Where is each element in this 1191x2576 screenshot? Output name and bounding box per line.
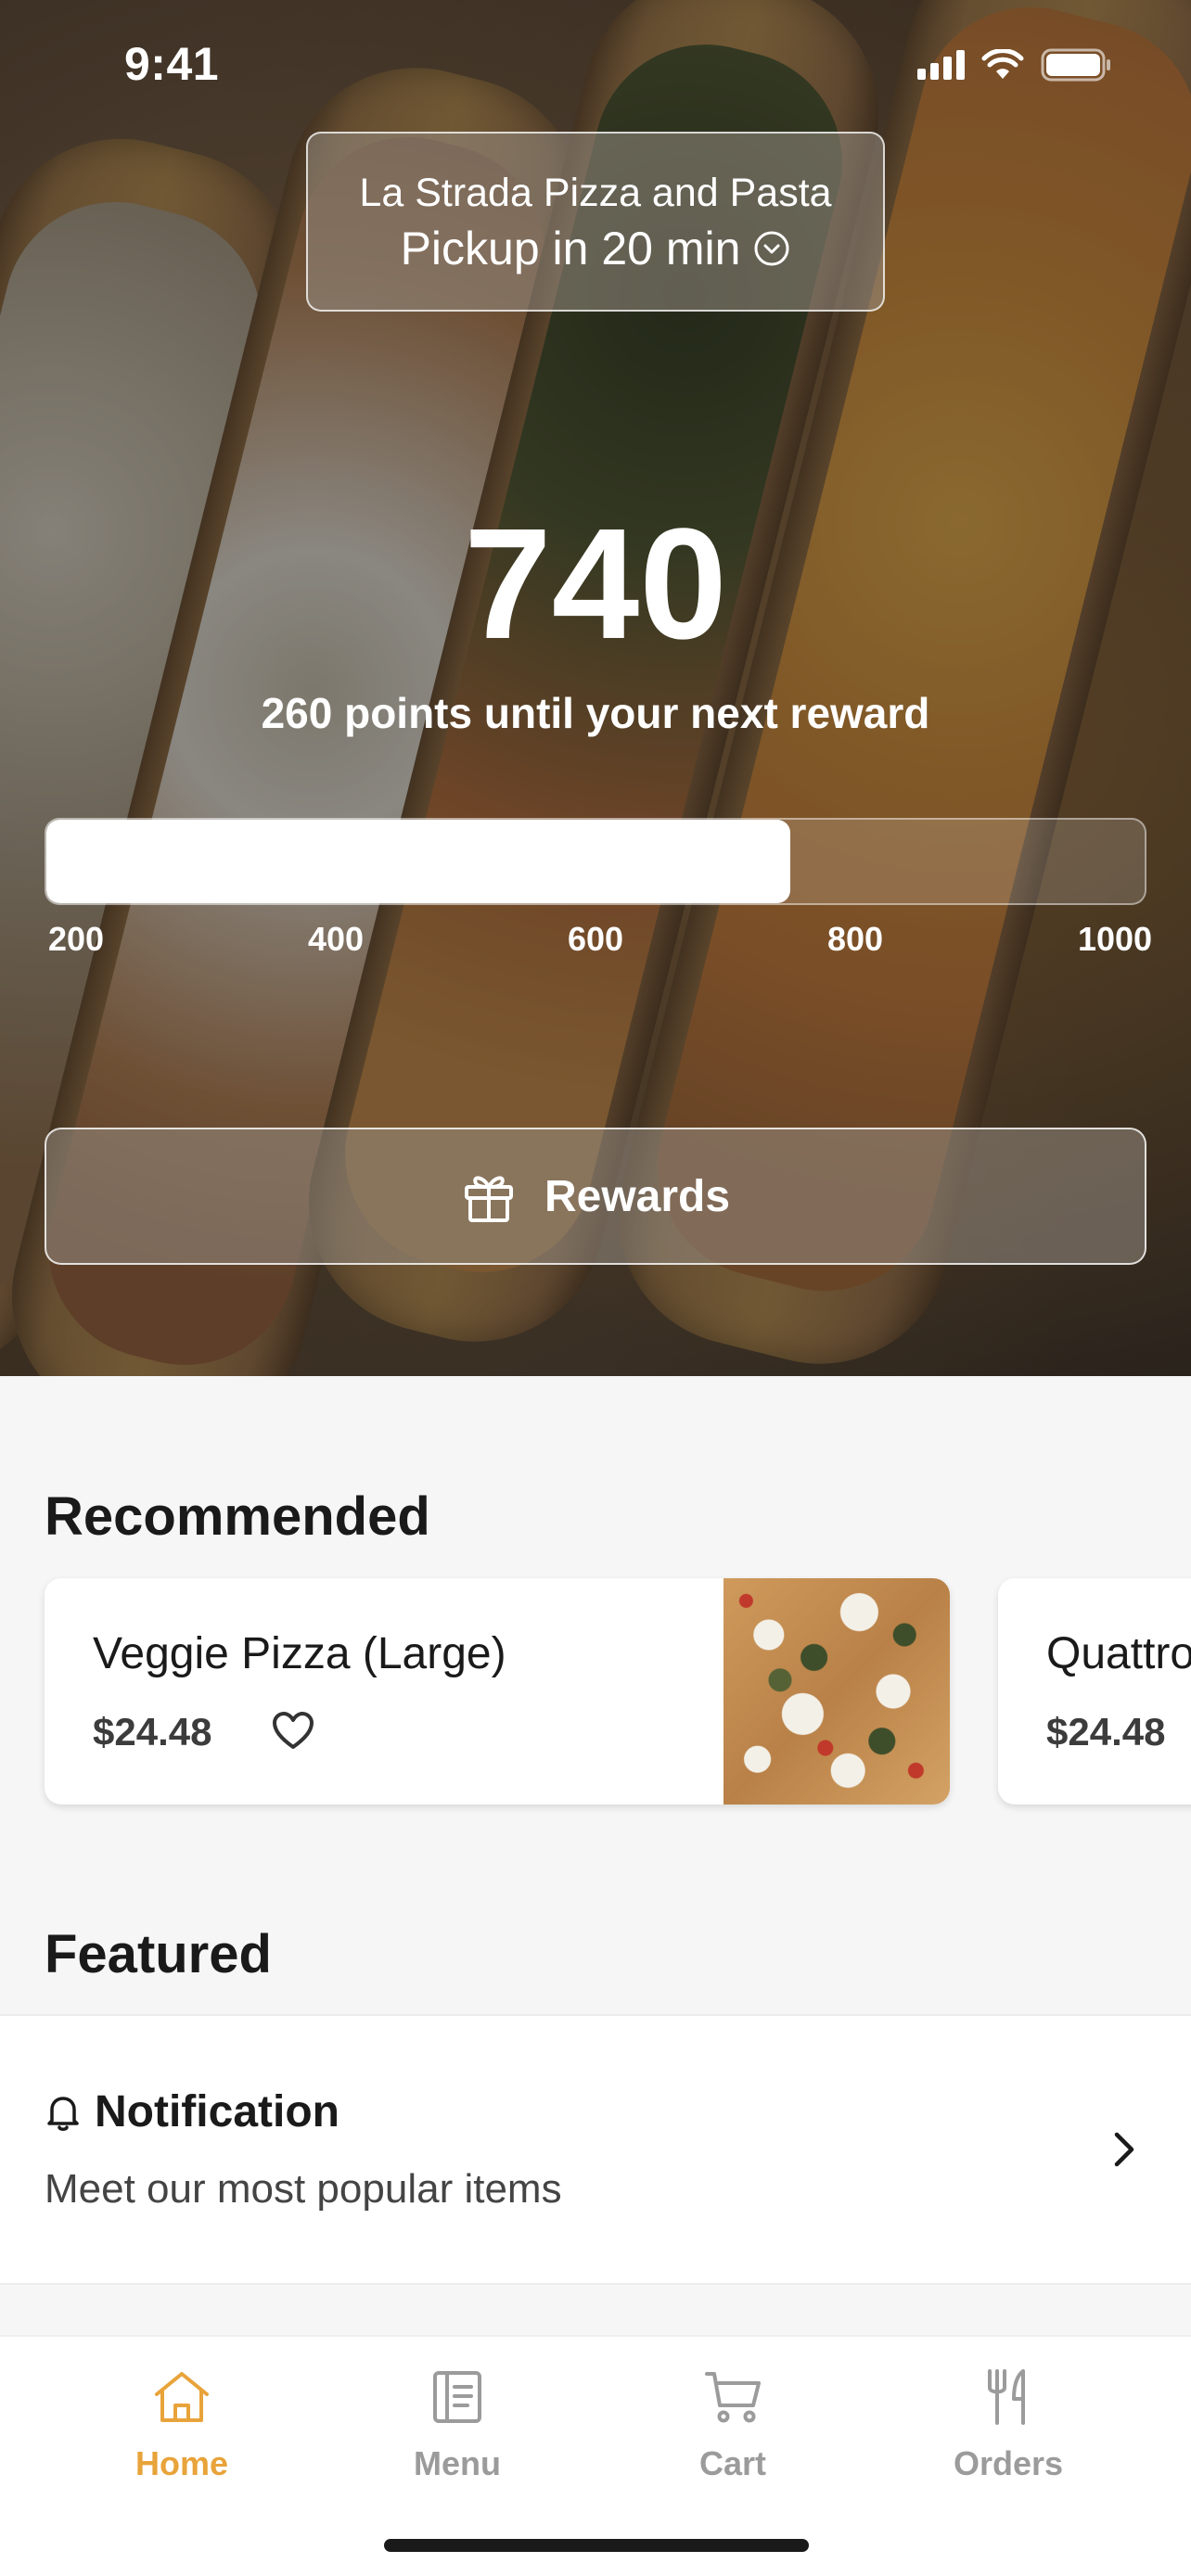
status-bar: 9:41: [0, 0, 1191, 130]
tab-label: Menu: [414, 2444, 501, 2482]
menu-icon: [433, 2371, 481, 2423]
notification-row[interactable]: Notification Meet our most popular items: [0, 2014, 1191, 2285]
item-price: $24.48: [1046, 1710, 1166, 1753]
tab-label: Home: [134, 2444, 229, 2482]
home-icon: [155, 2372, 209, 2422]
rewards-progress-fill: [46, 820, 790, 903]
tab-label: Cart: [698, 2444, 767, 2482]
heart-icon[interactable]: [271, 1710, 315, 1751]
hero-banner: 9:41 La Strada Pizza and Pasta Pickup in…: [0, 0, 1191, 1376]
tab-menu[interactable]: Menu: [365, 2365, 550, 2483]
rewards-button-label: Rewards: [544, 1171, 731, 1221]
home-indicator[interactable]: [384, 2539, 809, 2552]
progress-tick-label: 1000: [1077, 920, 1153, 958]
orders-icon: [988, 2369, 1025, 2425]
item-name: Quattro: [1046, 1629, 1191, 1678]
tab-orders[interactable]: Orders: [916, 2365, 1101, 2483]
notification-body: Meet our most popular items: [45, 2166, 562, 2212]
battery-icon: [1041, 48, 1110, 82]
item-price: $24.48: [93, 1710, 212, 1753]
progress-tick-label: 400: [307, 920, 365, 958]
progress-tick-label: 600: [567, 920, 624, 958]
progress-tick-label: 800: [826, 920, 884, 958]
wifi-icon: [981, 49, 1024, 79]
tab-home[interactable]: Home: [89, 2365, 275, 2483]
store-name: La Strada Pizza and Pasta: [359, 171, 832, 215]
chevron-down-circle-icon: [754, 231, 789, 266]
status-time: 9:41: [124, 38, 220, 90]
pickup-time-label: Pickup in 20 min: [400, 223, 741, 274]
tab-label: Orders: [953, 2444, 1064, 2482]
progress-tick-label: 200: [47, 920, 105, 958]
featured-heading: Featured: [45, 1924, 272, 1984]
veggie-pizza-image: [724, 1578, 950, 1804]
bell-icon: [47, 2096, 79, 2131]
cart-icon: [705, 2372, 761, 2423]
rewards-button[interactable]: Rewards: [45, 1128, 1146, 1265]
recommended-card[interactable]: Veggie Pizza (Large) $24.48: [45, 1578, 950, 1804]
rewards-progress-bar: [45, 818, 1146, 905]
points-until-reward: 260 points until your next reward: [261, 689, 930, 737]
tab-cart[interactable]: Cart: [640, 2365, 826, 2483]
recommended-card[interactable]: Quattro $24.48: [998, 1578, 1191, 1804]
item-name: Veggie Pizza (Large): [93, 1629, 506, 1678]
cellular-signal-icon: [917, 50, 965, 80]
gift-icon: [464, 1176, 513, 1222]
notification-title: Notification: [95, 2087, 339, 2136]
points-balance: 740: [464, 496, 727, 672]
app-screen: 9:41 La Strada Pizza and Pasta Pickup in…: [0, 0, 1191, 2576]
recommended-heading: Recommended: [45, 1486, 430, 1547]
store-selector[interactable]: La Strada Pizza and Pasta Pickup in 20 m…: [306, 132, 885, 312]
chevron-right-icon: [1114, 2132, 1134, 2167]
